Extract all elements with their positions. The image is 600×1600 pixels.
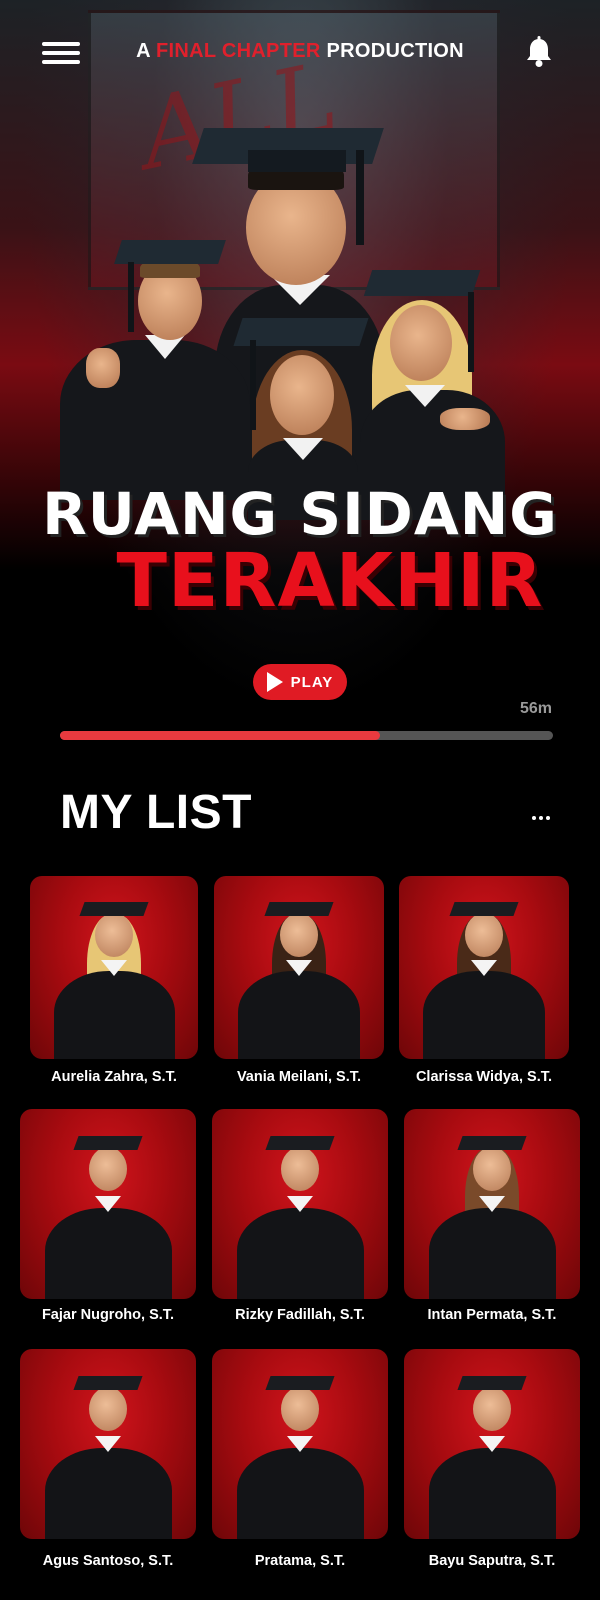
- duration-label: 56m: [519, 700, 552, 717]
- graduate-photo: [399, 876, 569, 1059]
- graduate-name: Bayu Saputra, S.T.: [428, 1553, 556, 1569]
- watch-progress-bar[interactable]: [60, 731, 553, 740]
- brand-highlight: FINAL CHAPTER: [155, 40, 321, 62]
- play-button[interactable]: PLAY: [253, 664, 347, 700]
- graduate-name: Fajar Nugroho, S.T.: [41, 1307, 175, 1323]
- graduate-photo: [20, 1109, 196, 1299]
- play-label: PLAY: [290, 673, 334, 691]
- graduate-photo: [20, 1349, 196, 1539]
- graduate-photo: [30, 876, 198, 1059]
- graduate-name: Pratama, S.T.: [254, 1553, 346, 1569]
- watch-progress-fill: [60, 731, 381, 740]
- brand-title: A FINAL CHAPTER PRODUCTION: [0, 40, 600, 63]
- brand-suffix: PRODUCTION: [326, 40, 464, 62]
- hero-banner[interactable]: ALL: [0, 0, 600, 760]
- brand-prefix: A: [136, 40, 151, 62]
- graduate-name: Aurelia Zahra, S.T.: [51, 1069, 177, 1085]
- graduate-photo: [212, 1109, 388, 1299]
- graduate-name: Agus Santoso, S.T.: [42, 1553, 174, 1569]
- graduate-photo: [212, 1349, 388, 1539]
- graduate-photo: [404, 1349, 580, 1539]
- bell-icon[interactable]: [524, 36, 554, 68]
- graduate-name: Vania Meilani, S.T.: [236, 1069, 362, 1085]
- graduate-photo: [214, 876, 384, 1059]
- my-list-title: MY LIST: [60, 786, 252, 839]
- play-icon: [266, 672, 283, 692]
- more-dots-icon[interactable]: [532, 816, 550, 822]
- graduate-photo: [404, 1109, 580, 1299]
- movie-title-line2: TERAKHIR: [116, 538, 544, 624]
- graduate-name: Rizky Fadillah, S.T.: [235, 1307, 365, 1323]
- graduate-name: Clarissa Widya, S.T.: [415, 1069, 553, 1085]
- graduate-name: Intan Permata, S.T.: [427, 1307, 557, 1323]
